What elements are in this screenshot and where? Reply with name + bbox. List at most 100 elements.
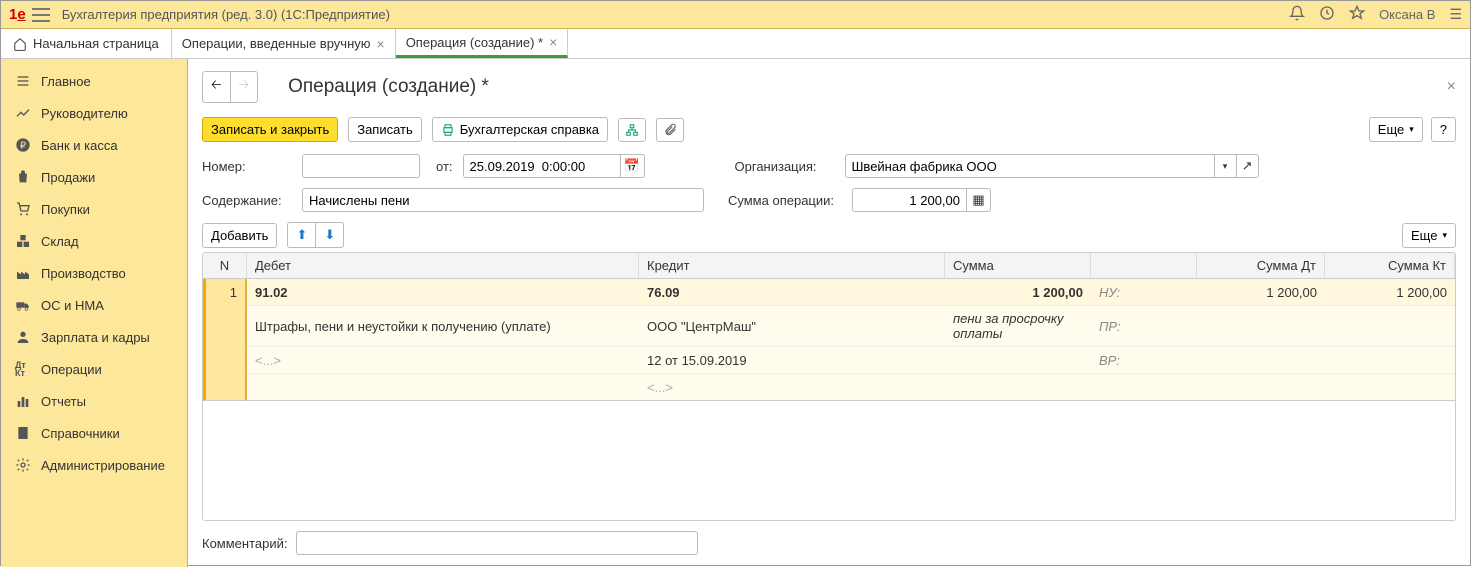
calculator-icon[interactable]: ▦ <box>967 188 991 212</box>
gear-icon <box>15 457 31 473</box>
org-input[interactable] <box>845 154 1215 178</box>
sidebar-item-manager[interactable]: Руководителю <box>1 97 187 129</box>
credit-account[interactable]: 76.09 <box>639 280 945 305</box>
command-bar: Записать и закрыть Записать Бухгалтерска… <box>202 117 1456 142</box>
boxes-icon <box>15 233 31 249</box>
sidebar-item-sales[interactable]: Продажи <box>1 161 187 193</box>
sidebar: Главное Руководителю ₽Банк и касса Прода… <box>1 59 188 567</box>
history-icon[interactable] <box>1319 5 1335 24</box>
user-label[interactable]: Оксана В <box>1379 7 1435 22</box>
nav-forward-button[interactable]: 🡢 <box>231 71 259 103</box>
debit-subconto1[interactable]: Штрафы, пени и неустойки к получению (уп… <box>247 314 639 339</box>
page-title: Операция (создание) * <box>288 76 489 98</box>
table-more-button[interactable]: Еще ▾ <box>1402 223 1456 248</box>
hierarchy-icon <box>625 123 639 137</box>
cart-icon <box>15 201 31 217</box>
col-credit: Кредит <box>639 253 945 278</box>
date-input[interactable] <box>463 154 621 178</box>
sidebar-item-main[interactable]: Главное <box>1 65 187 97</box>
menu-icon[interactable] <box>32 8 50 22</box>
close-icon[interactable]: × <box>549 34 557 50</box>
grid-row[interactable]: 1 91.02 76.09 1 200,00 НУ: 1 200,00 1 20… <box>203 279 1455 401</box>
bag-icon <box>15 169 31 185</box>
sidebar-item-hr[interactable]: Зарплата и кадры <box>1 321 187 353</box>
help-button[interactable]: ? <box>1431 117 1456 142</box>
bell-icon[interactable] <box>1289 5 1305 24</box>
sidebar-item-admin[interactable]: Администрирование <box>1 449 187 481</box>
sidebar-item-purchases[interactable]: Покупки <box>1 193 187 225</box>
attach-button[interactable] <box>656 118 684 142</box>
tab-label: Операция (создание) * <box>406 35 543 50</box>
paperclip-icon <box>663 123 677 137</box>
tree-button[interactable] <box>618 118 646 142</box>
save-close-button[interactable]: Записать и закрыть <box>202 117 338 142</box>
grid-header: N Дебет Кредит Сумма Сумма Дт Сумма Кт <box>203 253 1455 279</box>
tab-label: Операции, введенные вручную <box>182 36 371 51</box>
sum-dt[interactable]: 1 200,00 <box>1197 280 1325 305</box>
sum-label: Сумма операции: <box>728 193 842 208</box>
content-input[interactable] <box>302 188 704 212</box>
close-icon[interactable]: × <box>377 36 385 52</box>
content-label: Содержание: <box>202 193 292 208</box>
sum-input[interactable] <box>852 188 967 212</box>
dtkt-icon: ДтКт <box>15 361 31 377</box>
calendar-icon[interactable]: 📅 <box>621 154 645 178</box>
app-title: Бухгалтерия предприятия (ред. 3.0) (1С:П… <box>62 7 390 22</box>
ruble-icon: ₽ <box>15 137 31 153</box>
credit-subconto2[interactable]: 12 от 15.09.2019 <box>639 348 945 373</box>
sidebar-item-warehouse[interactable]: Склад <box>1 225 187 257</box>
comment-input[interactable] <box>296 531 698 555</box>
sidebar-item-bank[interactable]: ₽Банк и касса <box>1 129 187 161</box>
vr-label: ВР: <box>1091 348 1197 373</box>
svg-text:₽: ₽ <box>20 140 26 150</box>
credit-subconto1[interactable]: ООО "ЦентрМаш" <box>639 314 945 339</box>
number-label: Номер: <box>202 159 292 174</box>
user-menu-icon[interactable]: ☰ <box>1449 6 1462 23</box>
tabs-row: Начальная страница Операции, введенные в… <box>1 29 1470 59</box>
number-input[interactable] <box>302 154 420 178</box>
person-icon <box>15 329 31 345</box>
col-extra <box>1091 253 1197 278</box>
debit-account[interactable]: 91.02 <box>247 280 639 305</box>
sidebar-item-assets[interactable]: ОС и НМА <box>1 289 187 321</box>
home-tab-label: Начальная страница <box>33 36 159 51</box>
list-icon <box>15 73 31 89</box>
chart-icon <box>15 105 31 121</box>
sum-kt[interactable]: 1 200,00 <box>1325 280 1455 305</box>
more-button[interactable]: Еще ▾ <box>1369 117 1423 142</box>
org-label: Организация: <box>735 159 835 174</box>
debit-subconto2[interactable]: <...> <box>247 348 639 373</box>
add-row-button[interactable]: Добавить <box>202 223 277 248</box>
main-content: 🡠 🡢 Операция (создание) * × Записать и з… <box>188 59 1470 567</box>
truck-icon <box>15 297 31 313</box>
row-number: 1 <box>203 279 247 401</box>
row-sum[interactable]: 1 200,00 <box>945 280 1091 305</box>
col-sdt: Сумма Дт <box>1197 253 1325 278</box>
sidebar-item-refs[interactable]: Справочники <box>1 417 187 449</box>
tab-operations-manual[interactable]: Операции, введенные вручную × <box>172 29 396 58</box>
chevron-down-icon[interactable]: ▾ <box>1215 154 1237 178</box>
credit-subconto3[interactable]: <...> <box>639 375 945 400</box>
sidebar-item-operations[interactable]: ДтКтОперации <box>1 353 187 385</box>
save-button[interactable]: Записать <box>348 117 422 142</box>
star-icon[interactable] <box>1349 5 1365 24</box>
sidebar-item-reports[interactable]: Отчеты <box>1 385 187 417</box>
sidebar-item-production[interactable]: Производство <box>1 257 187 289</box>
grid-empty-area[interactable] <box>203 401 1455 520</box>
nav-back-button[interactable]: 🡠 <box>202 71 231 103</box>
move-up-button[interactable]: ⬆ <box>287 222 316 248</box>
home-tab[interactable]: Начальная страница <box>1 29 172 58</box>
col-skt: Сумма Кт <box>1325 253 1455 278</box>
accounting-ref-button[interactable]: Бухгалтерская справка <box>432 117 608 142</box>
from-label: от: <box>436 159 453 174</box>
open-ref-icon[interactable]: ↗ <box>1237 154 1259 178</box>
close-page-icon[interactable]: × <box>1447 78 1456 96</box>
move-down-button[interactable]: ⬇ <box>316 222 344 248</box>
logo-1c: 1e <box>9 6 26 23</box>
titlebar: 1e Бухгалтерия предприятия (ред. 3.0) (1… <box>1 1 1470 29</box>
factory-icon <box>15 265 31 281</box>
entries-grid: N Дебет Кредит Сумма Сумма Дт Сумма Кт 1… <box>202 252 1456 521</box>
sum-note[interactable]: пени за просрочку оплаты <box>945 306 1091 346</box>
tab-operation-create[interactable]: Операция (создание) * × <box>396 29 569 58</box>
col-debit: Дебет <box>247 253 639 278</box>
